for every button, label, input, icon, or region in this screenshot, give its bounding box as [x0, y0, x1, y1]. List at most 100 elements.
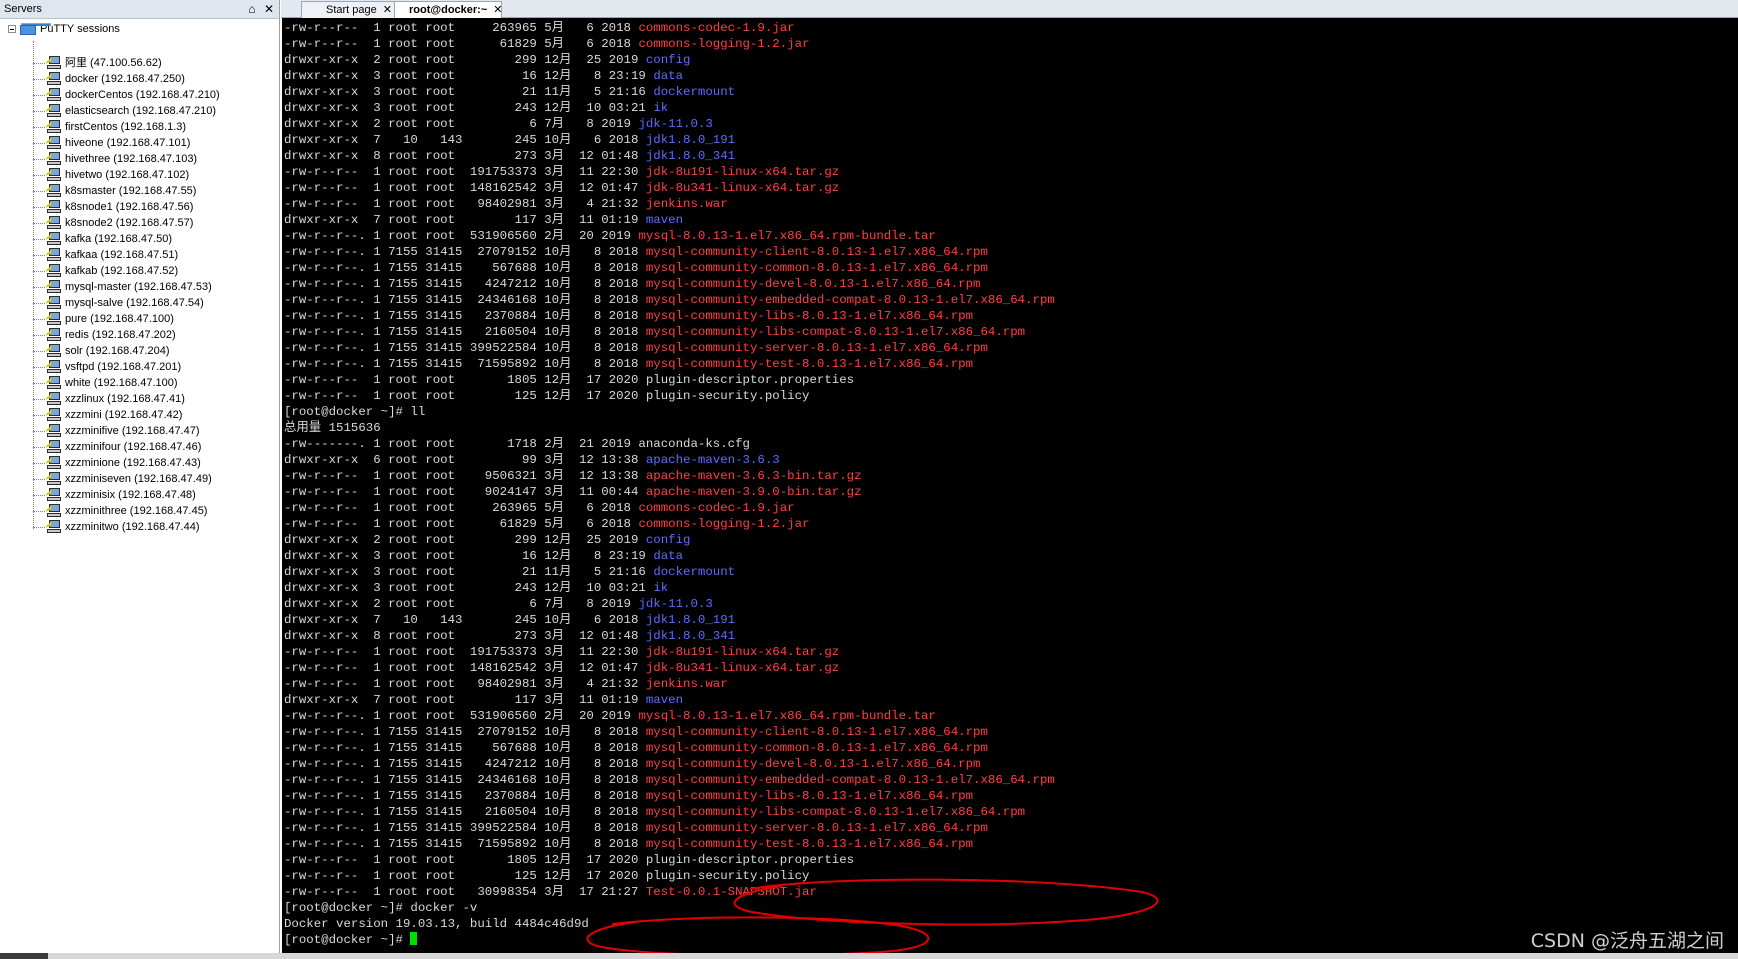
file-name: jenkins.war — [645, 197, 728, 211]
collapse-icon[interactable] — [8, 25, 16, 33]
terminal-line: drwxr-xr-x 2 root root 6 7月 8 2019 jdk-1… — [284, 116, 1055, 132]
session-item[interactable]: firstCentos (192.168.1.3) — [33, 119, 186, 135]
terminal-line: -rw-r--r--. 1 7155 31415 71595892 10月 8 … — [284, 356, 1055, 372]
tab-start-page[interactable]: Start page ✕ — [301, 1, 396, 18]
terminal-line: -rw-r--r-- 1 root root 191753373 3月 11 2… — [284, 164, 1055, 180]
terminal-line: drwxr-xr-x 3 root root 16 12月 8 23:19 da… — [284, 548, 1055, 564]
tree-branch-line — [33, 62, 45, 64]
terminal-text: -rw-r--r-- 1 root root 191753373 3月 11 2… — [284, 165, 646, 179]
terminal-line: drwxr-xr-x 3 root root 21 11月 5 21:16 do… — [284, 84, 1055, 100]
session-label: xzzminithree (192.168.47.45) — [65, 505, 208, 517]
terminal-line: -rw-r--r--. 1 7155 31415 71595892 10月 8 … — [284, 836, 1055, 852]
terminal-text: -rw-r--r--. 1 7155 31415 567688 10月 8 20… — [284, 261, 646, 275]
file-name: mysql-community-common-8.0.13-1.el7.x86_… — [645, 261, 988, 275]
pin-icon[interactable]: ⌂ — [245, 0, 259, 18]
session-item[interactable]: pure (192.168.47.100) — [33, 311, 174, 327]
tree-branch-line — [33, 110, 45, 112]
terminal-line: -rw-r--r-- 1 root root 191753373 3月 11 2… — [284, 644, 1055, 660]
session-item[interactable]: 阿里 (47.100.56.62) — [33, 55, 162, 71]
file-name: mysql-community-libs-8.0.13-1.el7.x86_64… — [645, 789, 974, 803]
tree-root-putty-sessions[interactable]: PuTTY sessions — [8, 21, 120, 37]
terminal-text: -rw-r--r-- 1 root root 98402981 3月 4 21:… — [284, 197, 646, 211]
session-label: hivetwo (192.168.47.102) — [65, 169, 190, 181]
terminal-line: drwxr-xr-x 3 root root 243 12月 10 03:21 … — [284, 580, 1055, 596]
tab-root-docker[interactable]: root@docker:~ ✕ — [394, 1, 503, 18]
tree-branch-line — [33, 510, 45, 512]
putty-session-icon — [45, 232, 62, 246]
session-item[interactable]: xzzminitwo (192.168.47.44) — [33, 519, 200, 535]
terminal-text: -rw-r--r--. 1 7155 31415 2160504 10月 8 2… — [284, 805, 646, 819]
putty-session-icon — [45, 440, 62, 454]
file-name: jenkins.war — [645, 677, 728, 691]
session-item[interactable]: solr (192.168.47.204) — [33, 343, 170, 359]
close-icon[interactable]: ✕ — [262, 0, 276, 18]
session-item[interactable]: xzzminifour (192.168.47.46) — [33, 439, 201, 455]
terminal-text: -rw-------. 1 root root 1718 2月 21 2019 … — [284, 437, 750, 451]
session-item[interactable]: xzzminithree (192.168.47.45) — [33, 503, 207, 519]
putty-session-icon — [45, 168, 62, 182]
directory-name: jdk1.8.0_341 — [645, 149, 736, 163]
file-name: mysql-community-embedded-compat-8.0.13-1… — [645, 773, 1055, 787]
directory-name: config — [645, 53, 691, 67]
session-item[interactable]: dockerCentos (192.168.47.210) — [33, 87, 220, 103]
terminal-text: -rw-r--r-- 1 root root 61829 5月 6 2018 — [284, 517, 639, 531]
session-item[interactable]: k8snode2 (192.168.47.57) — [33, 215, 193, 231]
session-item[interactable]: hiveone (192.168.47.101) — [33, 135, 190, 151]
file-name: mysql-community-libs-compat-8.0.13-1.el7… — [645, 805, 1026, 819]
putty-session-icon — [45, 184, 62, 198]
file-name: mysql-community-devel-8.0.13-1.el7.x86_6… — [645, 277, 981, 291]
terminal-line: drwxr-xr-x 8 root root 273 3月 12 01:48 j… — [284, 148, 1055, 164]
close-icon[interactable]: ✕ — [383, 4, 392, 16]
tab-bar: Start page ✕ root@docker:~ ✕ — [281, 0, 1738, 18]
session-item[interactable]: xzzminiseven (192.168.47.49) — [33, 471, 212, 487]
session-item[interactable]: docker (192.168.47.250) — [33, 71, 185, 87]
close-icon[interactable]: ✕ — [493, 4, 502, 16]
session-label: k8snode2 (192.168.47.57) — [65, 217, 194, 229]
terminal-line: -rw-r--r--. 1 7155 31415 2370884 10月 8 2… — [284, 308, 1055, 324]
session-item[interactable]: kafkab (192.168.47.52) — [33, 263, 178, 279]
terminal-line: -rw-r--r-- 1 root root 1805 12月 17 2020 … — [284, 852, 1055, 868]
session-item[interactable]: k8snode1 (192.168.47.56) — [33, 199, 193, 215]
session-item[interactable]: xzzlinux (192.168.47.41) — [33, 391, 185, 407]
terminal-line: drwxr-xr-x 3 root root 243 12月 10 03:21 … — [284, 100, 1055, 116]
session-item[interactable]: hivethree (192.168.47.103) — [33, 151, 197, 167]
terminal-line: -rw-r--r--. 1 7155 31415 27079152 10月 8 … — [284, 724, 1055, 740]
terminal-text: drwxr-xr-x 3 root root 16 12月 8 23:19 — [284, 69, 654, 83]
session-item[interactable]: xzzmini (192.168.47.42) — [33, 407, 182, 423]
session-item[interactable]: elasticsearch (192.168.47.210) — [33, 103, 216, 119]
putty-session-icon — [45, 408, 62, 422]
terminal-window[interactable]: -rw-r--r-- 1 root root 263965 5月 6 2018 … — [282, 18, 1738, 953]
session-item[interactable]: kafka (192.168.47.50) — [33, 231, 172, 247]
terminal-text: -rw-r--r--. 1 7155 31415 399522584 10月 8… — [284, 821, 646, 835]
terminal-line: -rw-r--r-- 1 root root 98402981 3月 4 21:… — [284, 676, 1055, 692]
terminal-line: -rw-r--r--. 1 7155 31415 24346168 10月 8 … — [284, 292, 1055, 308]
tree-branch-line — [33, 286, 45, 288]
terminal-text: -rw-r--r-- 1 root root 61829 5月 6 2018 — [284, 37, 639, 51]
terminal-line: -rw-r--r-- 1 root root 98402981 3月 4 21:… — [284, 196, 1055, 212]
terminal-line: [root@docker ~]# docker -v — [284, 900, 1055, 916]
servers-panel: Servers ⌂ ✕ PuTTY sessions 阿里 (47.100.56… — [0, 0, 280, 959]
session-item[interactable]: xzzminisix (192.168.47.48) — [33, 487, 196, 503]
session-item[interactable]: mysql-master (192.168.47.53) — [33, 279, 212, 295]
session-item[interactable]: hivetwo (192.168.47.102) — [33, 167, 189, 183]
terminal-text: drwxr-xr-x 7 root root 117 3月 11 01:19 — [284, 213, 646, 227]
terminal-text: [root@docker ~]# docker -v — [284, 901, 478, 915]
tree-branch-line — [33, 142, 45, 144]
putty-session-icon — [45, 376, 62, 390]
putty-session-icon — [45, 280, 62, 294]
terminal-line: [root@docker ~]# — [284, 932, 1055, 948]
session-item[interactable]: xzzminifive (192.168.47.47) — [33, 423, 200, 439]
session-item[interactable]: k8smaster (192.168.47.55) — [33, 183, 196, 199]
session-item[interactable]: redis (192.168.47.202) — [33, 327, 176, 343]
session-item[interactable]: kafkaa (192.168.47.51) — [33, 247, 178, 263]
putty-session-icon — [45, 120, 62, 134]
terminal-line: drwxr-xr-x 6 root root 99 3月 12 13:38 ap… — [284, 452, 1055, 468]
terminal-line: Docker version 19.03.13, build 4484c46d9… — [284, 916, 1055, 932]
status-strip — [0, 953, 1738, 959]
session-item[interactable]: vsftpd (192.168.47.201) — [33, 359, 181, 375]
terminal-line: 总用量 1515636 — [284, 420, 1055, 436]
session-item[interactable]: mysql-salve (192.168.47.54) — [33, 295, 204, 311]
session-item[interactable]: xzzminione (192.168.47.43) — [33, 455, 201, 471]
file-name: Test-0.0.1-SNAPSHOT.jar — [645, 885, 817, 899]
session-item[interactable]: white (192.168.47.100) — [33, 375, 178, 391]
